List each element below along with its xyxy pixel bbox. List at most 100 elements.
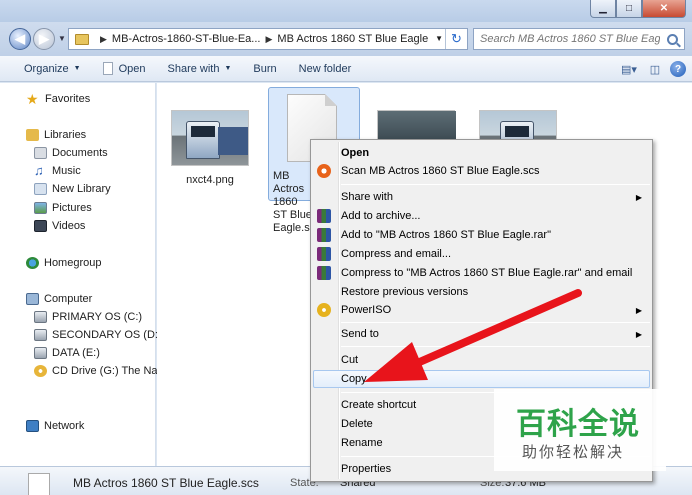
search-icon[interactable] — [667, 33, 678, 45]
building-image — [378, 111, 456, 141]
nav-drive-g[interactable]: CD Drive (G:) The Nan — [34, 365, 164, 377]
search-box[interactable] — [473, 28, 685, 50]
nav-drive-e[interactable]: DATA (E:) — [34, 347, 100, 359]
menu-item-add-rar[interactable]: Add to "MB Actros 1860 ST Blue Eagle.rar… — [313, 226, 650, 244]
nav-libraries[interactable]: Libraries — [26, 129, 86, 141]
share-with-button[interactable]: Share with ▼ — [157, 56, 243, 81]
nav-drive-c[interactable]: PRIMARY OS (C:) — [34, 311, 142, 323]
recent-pages-dropdown[interactable]: ▼ — [58, 34, 66, 43]
menu-item-compress-rar-email[interactable]: Compress to "MB Actros 1860 ST Blue Eagl… — [313, 264, 650, 282]
menu-item-add-archive[interactable]: Add to archive... — [313, 207, 650, 225]
winrar-icon — [317, 247, 331, 261]
antivirus-icon — [317, 164, 331, 178]
nav-homegroup[interactable]: Homegroup — [26, 257, 101, 269]
computer-icon — [26, 293, 39, 305]
file-icon — [28, 473, 50, 495]
poweriso-icon — [317, 303, 331, 317]
chevron-right-icon: ▶ — [635, 192, 642, 202]
preview-pane-icon[interactable]: ◫ — [644, 59, 666, 79]
organize-button[interactable]: Organize ▼ — [0, 56, 92, 81]
winrar-icon — [317, 209, 331, 223]
back-button[interactable]: ◀ — [9, 28, 31, 50]
chevron-right-icon[interactable]: ▶ — [265, 34, 272, 45]
winrar-icon — [317, 228, 331, 242]
nav-music[interactable]: ♫ Music — [34, 163, 81, 178]
nav-label: DATA (E:) — [52, 347, 100, 359]
file-name[interactable]: nxct4.png — [165, 174, 255, 186]
open-label: Open — [118, 62, 146, 75]
nav-label: Libraries — [44, 129, 87, 141]
menu-label: Send to — [341, 328, 379, 340]
menu-item-poweriso[interactable]: PowerISO ▶ — [313, 301, 650, 319]
burn-button[interactable]: Burn — [242, 56, 287, 81]
nav-label: CD Drive (G:) The Nan — [52, 365, 164, 377]
new-folder-button[interactable]: New folder — [288, 56, 363, 81]
music-icon: ♫ — [34, 163, 44, 178]
nav-pictures[interactable]: Pictures — [34, 202, 92, 214]
selected-file-name[interactable]: MB Actros 1860 ST Blue Eagle.scs — [273, 170, 313, 235]
pictures-icon — [34, 202, 47, 214]
documents-icon — [34, 147, 47, 159]
address-dropdown-icon[interactable]: ▼ — [435, 34, 443, 43]
menu-label: Delete — [341, 418, 373, 430]
nav-label: Pictures — [52, 202, 92, 214]
change-view-icon[interactable]: ▤▾ — [618, 59, 640, 79]
nav-label: Favorites — [45, 93, 91, 105]
menu-separator — [341, 322, 650, 323]
nav-favorites[interactable]: ★ Favorites — [26, 92, 91, 106]
nav-label: Music — [52, 165, 81, 177]
navigation-pane: ★ Favorites Libraries Documents ♫ Music … — [0, 83, 164, 466]
menu-item-share-with[interactable]: Share with ▶ — [313, 188, 650, 206]
chevron-right-icon[interactable]: ▶ — [100, 34, 107, 45]
address-row: ◀ ▶ ▼ ▶ MB-Actros-1860-ST-Blue-Ea... ▶ M… — [0, 22, 692, 56]
menu-label: Properties — [341, 463, 392, 475]
search-input[interactable] — [480, 33, 660, 45]
menu-item-open[interactable]: Open — [313, 144, 650, 162]
burn-label: Burn — [253, 62, 277, 75]
menu-label: Add to archive... — [341, 210, 421, 222]
videos-icon — [34, 220, 47, 232]
nav-label: Documents — [52, 147, 108, 159]
folder-icon — [75, 33, 89, 45]
menu-label: Copy — [341, 373, 367, 385]
drive-icon — [34, 329, 47, 341]
nav-label: Network — [44, 420, 85, 432]
nav-label: SECONDARY OS (D:) — [52, 329, 162, 341]
nav-drive-d[interactable]: SECONDARY OS (D:) — [34, 329, 162, 341]
help-icon[interactable]: ? — [670, 61, 686, 77]
minimize-button[interactable]: ▁ — [590, 0, 616, 18]
drive-icon — [34, 311, 47, 323]
address-bar[interactable]: ▶ MB-Actros-1860-ST-Blue-Ea... ▶ MB Actr… — [68, 28, 468, 50]
nav-label: Videos — [52, 220, 86, 232]
menu-item-cut[interactable]: Cut — [313, 351, 650, 369]
menu-item-compress-email[interactable]: Compress and email... — [313, 245, 650, 263]
breadcrumb-parent[interactable]: MB-Actros-1860-ST-Blue-Ea... — [112, 33, 261, 45]
menu-label: Rename — [341, 437, 383, 449]
open-button[interactable]: Open — [92, 56, 157, 81]
refresh-icon[interactable]: ↻ — [445, 29, 467, 49]
menu-item-copy[interactable]: Copy — [313, 370, 650, 388]
menu-label: Compress to "MB Actros 1860 ST Blue Eagl… — [341, 267, 633, 279]
watermark-logo: 百科全说 助你轻松解决 — [494, 389, 666, 471]
drive-icon — [34, 347, 47, 359]
nav-computer[interactable]: Computer — [26, 293, 92, 305]
nav-label: Computer — [44, 293, 93, 305]
breadcrumb-current[interactable]: MB Actros 1860 ST Blue Eagle — [277, 33, 428, 45]
file-thumbnail[interactable] — [171, 110, 249, 166]
maximize-button[interactable]: □ — [616, 0, 642, 18]
menu-item-send-to[interactable]: Send to ▶ — [313, 325, 650, 343]
nav-new-library[interactable]: New Library — [34, 183, 111, 195]
library-icon — [26, 129, 39, 141]
nav-label: PRIMARY OS (C:) — [52, 311, 143, 323]
menu-item-scan[interactable]: Scan MB Actros 1860 ST Blue Eagle.scs — [313, 162, 650, 180]
close-button[interactable]: ✕ — [642, 0, 686, 18]
nav-label: Homegroup — [44, 257, 102, 269]
chevron-down-icon: ▼ — [224, 65, 232, 72]
nav-videos[interactable]: Videos — [34, 220, 85, 232]
menu-label: Share with — [341, 191, 393, 203]
forward-button[interactable]: ▶ — [33, 28, 55, 50]
nav-network[interactable]: Network — [26, 420, 84, 432]
command-bar: Organize ▼ Open Share with ▼ Burn New fo… — [0, 56, 692, 82]
menu-item-restore[interactable]: Restore previous versions — [313, 283, 650, 301]
nav-documents[interactable]: Documents — [34, 147, 108, 159]
